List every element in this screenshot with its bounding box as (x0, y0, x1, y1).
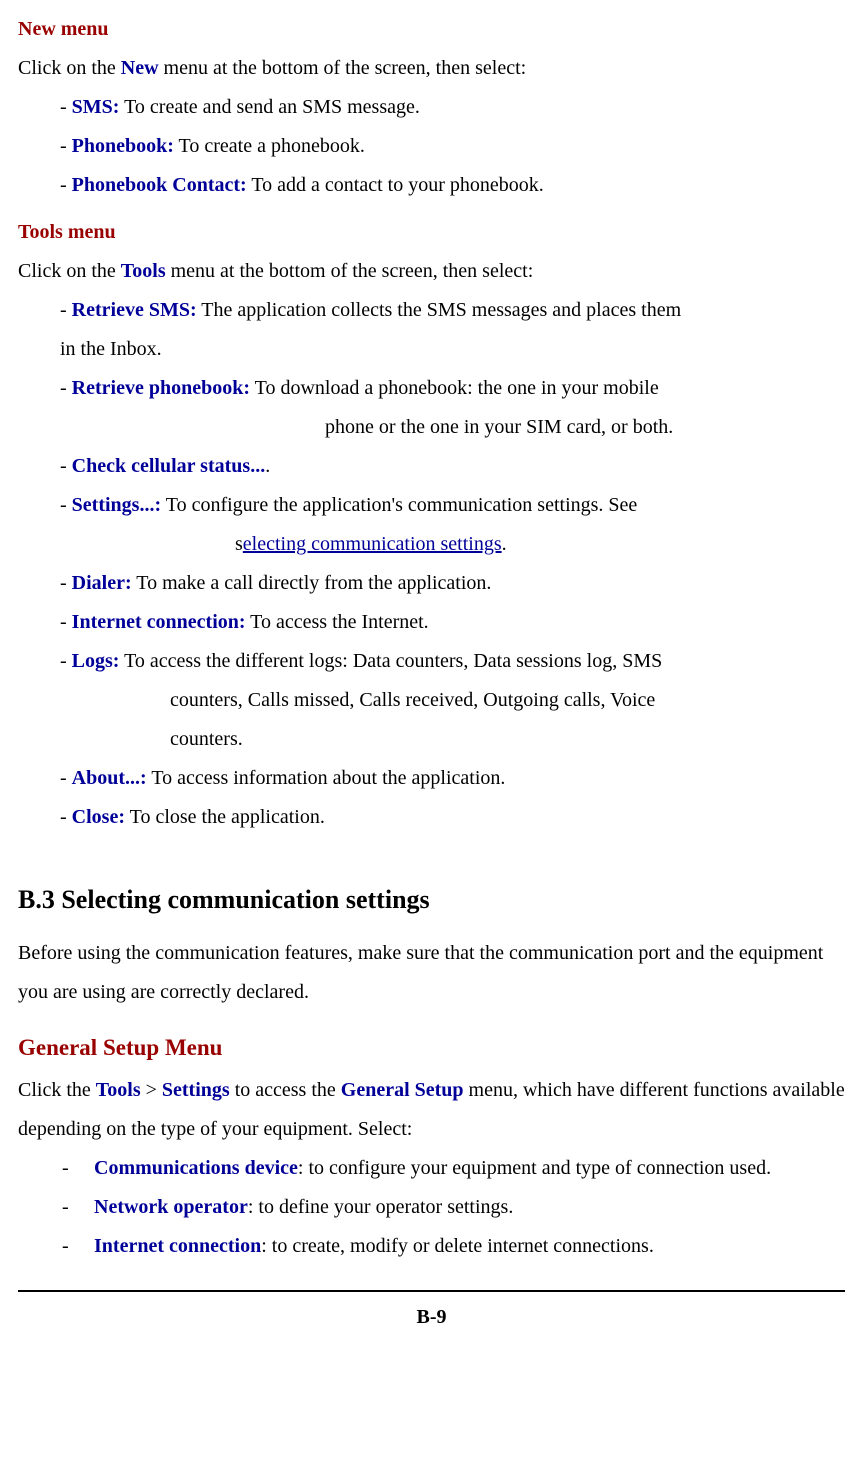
list-item-internet: - Internet connection: To access the Int… (60, 603, 845, 642)
dash: - (60, 455, 72, 477)
text: s (235, 533, 243, 555)
general-setup-list: - Communications device: to configure yo… (18, 1149, 845, 1266)
dash: - (60, 572, 72, 594)
general-setup-heading: General Setup Menu (18, 1026, 845, 1071)
close-label: Close: (72, 806, 125, 828)
list-item-internet-connection: - Internet connection: to create, modify… (62, 1227, 845, 1266)
list-item-comm-device: - Communications device: to configure yo… (62, 1149, 845, 1188)
list-item-check-status: - Check cellular status.... (60, 447, 845, 486)
internet-connection-label: Internet connection (94, 1235, 261, 1257)
dash: - (60, 299, 72, 321)
dash: - (60, 135, 72, 157)
settings-link[interactable]: electing communication settings (243, 533, 502, 555)
dash: - (60, 767, 72, 789)
section-intro: Before using the communication features,… (18, 934, 845, 1012)
text: The application collects the SMS message… (197, 299, 682, 321)
retrieve-pb-label: Retrieve phonebook: (72, 377, 250, 399)
text: To access information about the applicat… (147, 767, 506, 789)
check-status-label: Check cellular status... (72, 455, 266, 477)
list-item-retrieve-sms: - Retrieve SMS: The application collects… (60, 291, 845, 330)
new-keyword: New (121, 57, 159, 79)
list-item-retrieve-phonebook: - Retrieve phonebook: To download a phon… (60, 369, 845, 408)
settings-label: Settings...: (72, 494, 161, 516)
text: To configure the application's communica… (161, 494, 637, 516)
sms-label: SMS: (72, 96, 120, 118)
text: To close the application. (125, 806, 325, 828)
internet-label: Internet connection: (72, 611, 246, 633)
text: : to create, modify or delete internet c… (261, 1235, 654, 1257)
tools-menu-heading: Tools menu (18, 213, 845, 252)
list-item-retrieve-phonebook-cont: phone or the one in your SIM card, or bo… (325, 408, 845, 447)
dash: - (62, 1188, 94, 1227)
dash: - (60, 611, 72, 633)
text: menu at the bottom of the screen, then s… (159, 57, 527, 79)
text: Click the (18, 1079, 96, 1101)
text: To access the Internet. (246, 611, 429, 633)
text: To download a phonebook: the one in your… (250, 377, 659, 399)
list-item-phonebook-contact: - Phonebook Contact: To add a contact to… (60, 166, 845, 205)
new-menu-list: - SMS: To create and send an SMS message… (60, 88, 845, 205)
content: Communications device: to configure your… (94, 1149, 845, 1188)
list-item-phonebook: - Phonebook: To create a phonebook. (60, 127, 845, 166)
dash: - (60, 377, 72, 399)
network-operator-label: Network operator (94, 1196, 248, 1218)
list-item-settings: - Settings...: To configure the applicat… (60, 486, 845, 525)
dash: - (60, 806, 72, 828)
phonebook-label: Phonebook: (72, 135, 174, 157)
text: To create a phonebook. (174, 135, 365, 157)
list-item-settings-cont: selecting communication settings. (235, 525, 845, 564)
tools-menu-list: - Retrieve SMS: The application collects… (60, 291, 845, 837)
text: . (502, 533, 507, 555)
list-item-close: - Close: To close the application. (60, 798, 845, 837)
text: menu at the bottom of the screen, then s… (166, 260, 534, 282)
new-menu-intro: Click on the New menu at the bottom of t… (18, 49, 845, 88)
text: Click on the (18, 57, 121, 79)
dash: - (60, 96, 72, 118)
tools-menu-intro: Click on the Tools menu at the bottom of… (18, 252, 845, 291)
text: To create and send an SMS message. (119, 96, 419, 118)
list-item-logs: - Logs: To access the different logs: Da… (60, 642, 845, 681)
section-title: B.3 Selecting communication settings (18, 875, 845, 926)
comm-device-label: Communications device (94, 1157, 298, 1179)
dialer-label: Dialer: (72, 572, 132, 594)
list-item-logs-cont2: counters. (170, 720, 845, 759)
dash: - (60, 174, 72, 196)
about-label: About...: (72, 767, 147, 789)
dash: - (60, 494, 72, 516)
dash: - (62, 1227, 94, 1266)
text: to access the (230, 1079, 341, 1101)
text: . (265, 455, 270, 477)
text: To add a contact to your phonebook. (247, 174, 544, 196)
phonebook-contact-label: Phonebook Contact: (72, 174, 247, 196)
list-item-sms: - SMS: To create and send an SMS message… (60, 88, 845, 127)
tools-kw: Tools (96, 1079, 141, 1101)
page-number: B-9 (18, 1298, 845, 1349)
list-item-dialer: - Dialer: To make a call directly from t… (60, 564, 845, 603)
retrieve-sms-label: Retrieve SMS: (72, 299, 197, 321)
general-setup-intro: Click the Tools > Settings to access the… (18, 1071, 845, 1149)
dash: - (62, 1149, 94, 1188)
list-item-logs-cont1: counters, Calls missed, Calls received, … (170, 681, 845, 720)
new-menu-heading: New menu (18, 10, 845, 49)
settings-kw: Settings (162, 1079, 230, 1101)
tools-keyword: Tools (121, 260, 166, 282)
list-item-network-operator: - Network operator: to define your opera… (62, 1188, 845, 1227)
content: Network operator: to define your operato… (94, 1188, 845, 1227)
dash: - (60, 650, 72, 672)
text: To make a call directly from the applica… (132, 572, 492, 594)
text: : to configure your equipment and type o… (298, 1157, 771, 1179)
text: > (141, 1079, 162, 1101)
list-item-retrieve-sms-cont: in the Inbox. (60, 330, 845, 369)
text: Click on the (18, 260, 121, 282)
list-item-about: - About...: To access information about … (60, 759, 845, 798)
general-setup-kw: General Setup (341, 1079, 464, 1101)
content: Internet connection: to create, modify o… (94, 1227, 845, 1266)
text: : to define your operator settings. (248, 1196, 514, 1218)
text: To access the different logs: Data count… (119, 650, 662, 672)
logs-label: Logs: (72, 650, 120, 672)
footer-divider (18, 1290, 845, 1292)
